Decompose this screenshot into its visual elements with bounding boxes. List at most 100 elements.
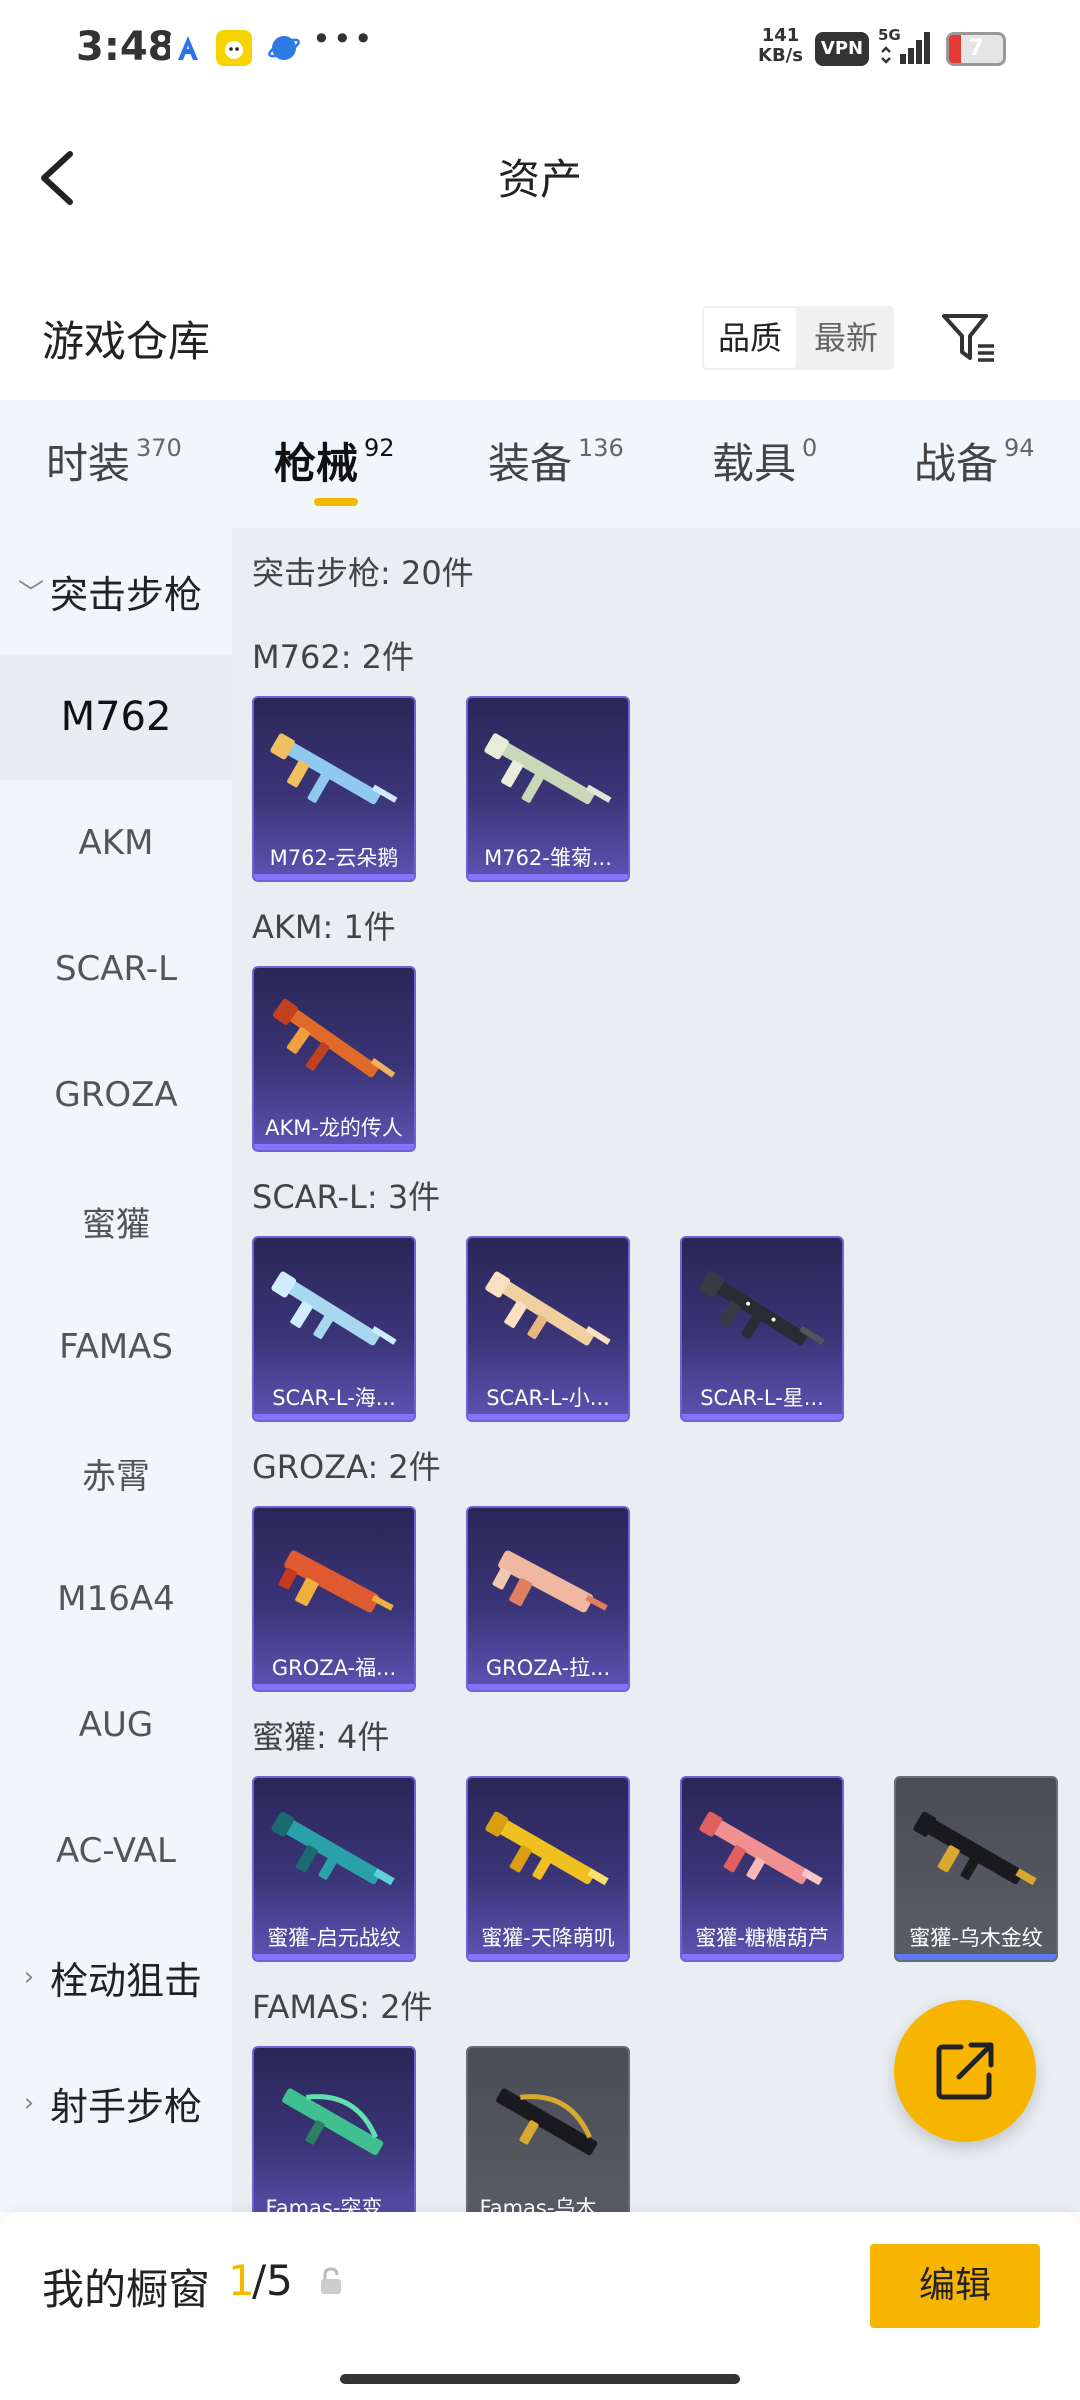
weapon-card-label: SCAR-L-星... xyxy=(700,1386,824,1410)
tab-equipment[interactable]: 装备 136 xyxy=(488,430,624,491)
sort-newest-button[interactable]: 最新 xyxy=(800,308,892,368)
tab-label: 装备 xyxy=(488,439,573,488)
sort-toggle: 品质 最新 xyxy=(702,306,894,370)
rifle-skin-icon xyxy=(699,1271,825,1346)
status-time: 3:48 xyxy=(76,24,176,70)
tab-count: 92 xyxy=(364,434,395,462)
signal-5g-icon: 5G xyxy=(878,26,934,68)
rifle-skin-icon xyxy=(271,1271,397,1346)
sidebar-item-chixiao[interactable]: 赤霄 xyxy=(0,1410,232,1536)
group-title-scar-l: SCAR-L: 3件 xyxy=(252,1178,441,1216)
sidebar-item-famas[interactable]: FAMAS xyxy=(0,1284,232,1410)
weapon-card[interactable]: M762-云朵鹅 xyxy=(252,696,416,882)
group-title-honey-badger: 蜜獾: 4件 xyxy=(252,1718,390,1756)
weapon-card[interactable]: GROZA-福... xyxy=(252,1506,416,1692)
sidebar-category-label: 栓动狙击 xyxy=(50,1958,203,2003)
sidebar-item-akm[interactable]: AKM xyxy=(0,780,232,906)
weapon-card-label: Famas-乌木... xyxy=(479,2196,617,2212)
rifle-skin-icon xyxy=(278,1550,394,1613)
tab-firearms[interactable]: 枪械 92 xyxy=(274,430,395,491)
lock-icon xyxy=(321,2267,341,2294)
warehouse-row: 游戏仓库 品质 最新 xyxy=(0,258,1080,400)
home-indicator[interactable] xyxy=(340,2374,740,2384)
weapon-card-label: Famas-突变... xyxy=(265,2196,403,2212)
tab-vehicles[interactable]: 载具 0 xyxy=(712,430,817,491)
sidebar-item-m16a4[interactable]: M16A4 xyxy=(0,1536,232,1662)
chevron-right-icon: › xyxy=(23,2088,35,2118)
sidebar-item-ac-val[interactable]: AC-VAL xyxy=(0,1788,232,1914)
sidebar-item-m762[interactable]: M762 xyxy=(0,654,232,780)
weapon-card[interactable]: 蜜獾-启元战纹 xyxy=(252,1776,416,1962)
pet-app-icon xyxy=(216,30,252,66)
battery-icon: 7 xyxy=(946,32,1006,66)
chevron-right-icon: › xyxy=(23,1962,35,1992)
rifle-skin-icon xyxy=(496,2088,598,2156)
group-title-groza: GROZA: 2件 xyxy=(252,1448,441,1486)
app-header: 资产 xyxy=(0,98,1080,258)
tab-count: 94 xyxy=(1004,434,1035,462)
filter-icon xyxy=(942,314,994,362)
weapon-card-label: 蜜獾-启元战纹 xyxy=(267,1926,401,1950)
tab-count: 0 xyxy=(802,434,818,462)
net-speed: 141 KB/s xyxy=(758,25,803,66)
filter-button[interactable] xyxy=(940,310,998,368)
group-title-akm: AKM: 1件 xyxy=(252,908,396,946)
sidebar-category-assault-rifles[interactable]: ﹀ 突击步枪 xyxy=(0,528,232,654)
weapon-card[interactable]: 蜜獾-糖糖葫芦 xyxy=(680,1776,844,1962)
weapon-card-label: GROZA-拉... xyxy=(485,1656,611,1680)
tab-count: 136 xyxy=(578,434,624,462)
weapon-card-label: GROZA-福... xyxy=(271,1656,397,1680)
tab-label: 载具 xyxy=(712,439,797,488)
weapon-sidebar: ﹀ 突击步枪 M762 AKM SCAR-L GROZA 蜜獾 FAMAS 赤霄 … xyxy=(0,528,232,2212)
a-app-icon xyxy=(170,30,206,66)
weapon-card-label: SCAR-L-小... xyxy=(486,1386,610,1410)
weapon-card[interactable]: GROZA-拉... xyxy=(466,1506,630,1692)
sidebar-category-label: 射手步枪 xyxy=(50,2084,203,2129)
group-title-famas: FAMAS: 2件 xyxy=(252,1988,433,2026)
weapon-card-label: 蜜獾-乌木金纹 xyxy=(909,1926,1043,1950)
weapon-card[interactable]: Famas-乌木... xyxy=(466,2046,630,2212)
rifle-skin-icon xyxy=(699,1811,823,1886)
showcase-bar: 我的橱窗 1 /5 编辑 xyxy=(0,2212,1080,2400)
weapon-card-label: M762-雏菊... xyxy=(484,846,612,870)
weapon-card[interactable]: M762-雏菊... xyxy=(466,696,630,882)
rifle-skin-icon xyxy=(484,733,612,805)
rifle-skin-icon xyxy=(485,1271,611,1346)
sidebar-item-honey-badger[interactable]: 蜜獾 xyxy=(0,1158,232,1284)
sidebar-item-scar-l[interactable]: SCAR-L xyxy=(0,906,232,1032)
category-count-header: 突击步枪: 20件 xyxy=(252,554,474,592)
tab-label: 枪械 xyxy=(274,439,359,488)
weapon-card[interactable]: SCAR-L-海... xyxy=(252,1236,416,1422)
weapon-card[interactable]: SCAR-L-小... xyxy=(466,1236,630,1422)
weapon-card[interactable]: 蜜獾-乌木金纹 xyxy=(894,1776,1058,1962)
sidebar-item-groza[interactable]: GROZA xyxy=(0,1032,232,1158)
showcase-count-current: 1 xyxy=(228,2256,255,2305)
rifle-skin-icon xyxy=(913,1811,1037,1886)
tab-fashion[interactable]: 时装 370 xyxy=(46,430,182,491)
weapon-card-label: M762-云朵鹅 xyxy=(269,846,399,870)
weapon-card[interactable]: 蜜獾-天降萌叽 xyxy=(466,1776,630,1962)
weapon-card-label: 蜜獾-天降萌叽 xyxy=(481,1926,615,1950)
share-fab-button[interactable] xyxy=(894,2000,1036,2142)
category-tabs: 时装 370 枪械 92 装备 136 载具 0 战备 94 xyxy=(0,400,1080,528)
rifle-skin-icon xyxy=(270,733,398,805)
rifle-skin-icon xyxy=(271,1811,395,1886)
page-title: 资产 xyxy=(497,155,582,204)
weapon-card-label: AKM-龙的传人 xyxy=(265,1116,403,1140)
chevron-down-icon: ﹀ xyxy=(18,578,45,609)
rifle-skin-icon xyxy=(282,2088,384,2156)
weapon-card[interactable]: AKM-龙的传人 xyxy=(252,966,416,1152)
sort-quality-button[interactable]: 品质 xyxy=(704,308,796,368)
sidebar-item-aug[interactable]: AUG xyxy=(0,1662,232,1788)
browser-icon xyxy=(266,30,302,66)
weapon-grid: 突击步枪: 20件 M762: 2件 M762-云朵鹅 M762-雏菊... A… xyxy=(232,528,1080,2212)
weapon-card[interactable]: Famas-突变... xyxy=(252,2046,416,2212)
tab-tactical[interactable]: 战备 94 xyxy=(914,430,1035,491)
weapon-card-label: SCAR-L-海... xyxy=(272,1386,396,1410)
weapon-card[interactable]: SCAR-L-星... xyxy=(680,1236,844,1422)
sidebar-category-marksman-rifles[interactable]: › 射手步枪 xyxy=(0,2040,232,2166)
edit-button[interactable]: 编辑 xyxy=(870,2244,1040,2328)
vpn-badge: VPN xyxy=(815,32,869,66)
sidebar-category-bolt-sniper[interactable]: › 栓动狙击 xyxy=(0,1914,232,2040)
tab-count: 370 xyxy=(136,434,182,462)
